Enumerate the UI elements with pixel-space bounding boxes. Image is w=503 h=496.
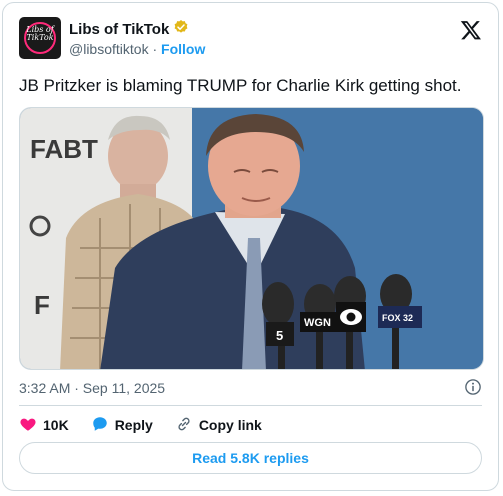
backdrop-logo-text-2: F — [34, 290, 50, 320]
reply-bubble-icon — [91, 415, 109, 436]
copy-link-label: Copy link — [198, 417, 262, 433]
mic-label-fox: FOX 32 — [382, 313, 413, 323]
tweet-video[interactable]: FABT F 5 WGN FOX 32 — [19, 107, 484, 370]
tweet-actions: 10K Reply Copy link — [19, 415, 284, 435]
mic-label-nbc: 5 — [276, 328, 283, 343]
tweet-header: Libs of TikTok Libs of TikTok @libsoftik… — [19, 17, 482, 63]
read-replies-button[interactable]: Read 5.8K replies — [19, 442, 482, 474]
avatar-logo-text: Libs of TikTok — [26, 25, 54, 42]
avatar[interactable]: Libs of TikTok — [19, 17, 61, 59]
copy-link-button[interactable]: Copy link — [175, 415, 262, 436]
author-handle[interactable]: @libsoftiktok — [69, 41, 149, 57]
reply-button[interactable]: Reply — [91, 415, 153, 436]
backdrop-logo-text: FABT — [30, 134, 98, 164]
tweet-text: JB Pritzker is blaming TRUMP for Charlie… — [19, 76, 462, 95]
tweet-timestamp[interactable]: 3:32 AM · Sep 11, 2025 — [19, 380, 165, 396]
follow-link[interactable]: Follow — [161, 41, 205, 57]
like-button[interactable]: 10K — [19, 415, 69, 436]
x-logo-icon[interactable] — [460, 19, 482, 41]
link-icon — [175, 415, 193, 436]
mic-label-wgn: WGN — [304, 317, 331, 329]
tweet-card: Libs of TikTok Libs of TikTok @libsoftik… — [2, 2, 499, 491]
reply-label: Reply — [114, 417, 153, 433]
divider — [19, 405, 482, 406]
heart-icon — [19, 415, 37, 436]
handle-separator: · — [152, 41, 158, 57]
author-handle-row: @libsoftiktok · Follow — [69, 41, 205, 57]
verified-badge-icon — [173, 19, 189, 40]
author-name-row: Libs of TikTok — [69, 19, 189, 40]
author-display-name[interactable]: Libs of TikTok — [69, 21, 169, 38]
video-frame: FABT F 5 WGN FOX 32 — [20, 108, 483, 369]
like-count: 10K — [43, 417, 69, 433]
info-icon[interactable] — [464, 378, 482, 396]
